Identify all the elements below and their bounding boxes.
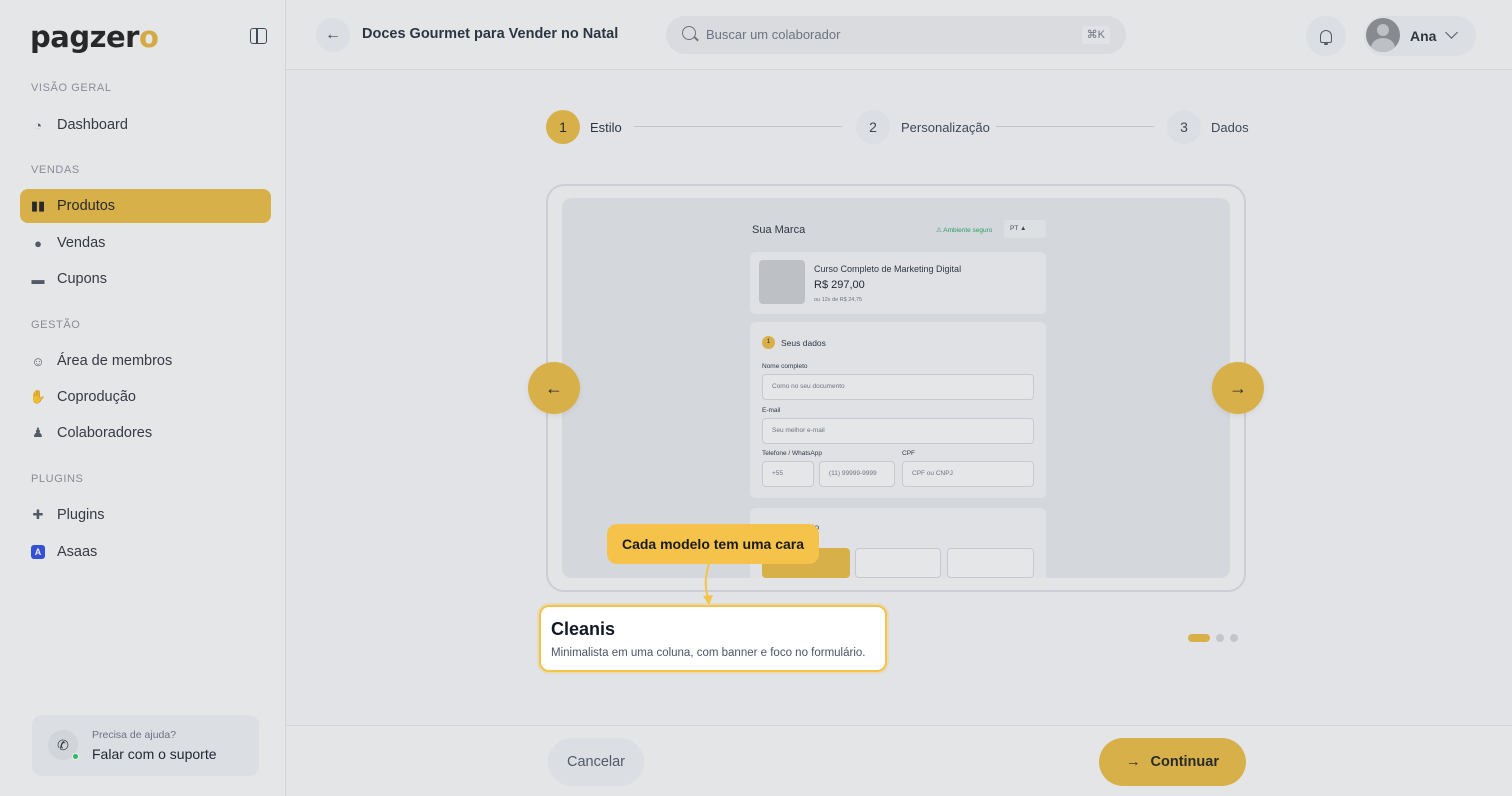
template-name: Cleanis	[551, 619, 616, 639]
tour-tooltip: Cada modelo tem uma cara	[607, 524, 819, 564]
tour-pointer-arrow	[703, 564, 713, 605]
template-info-card: Cleanis Minimalista em uma coluna, com b…	[539, 605, 887, 672]
template-description: Minimalista em uma coluna, com banner e …	[551, 647, 866, 659]
tour-overlay	[0, 0, 1512, 796]
